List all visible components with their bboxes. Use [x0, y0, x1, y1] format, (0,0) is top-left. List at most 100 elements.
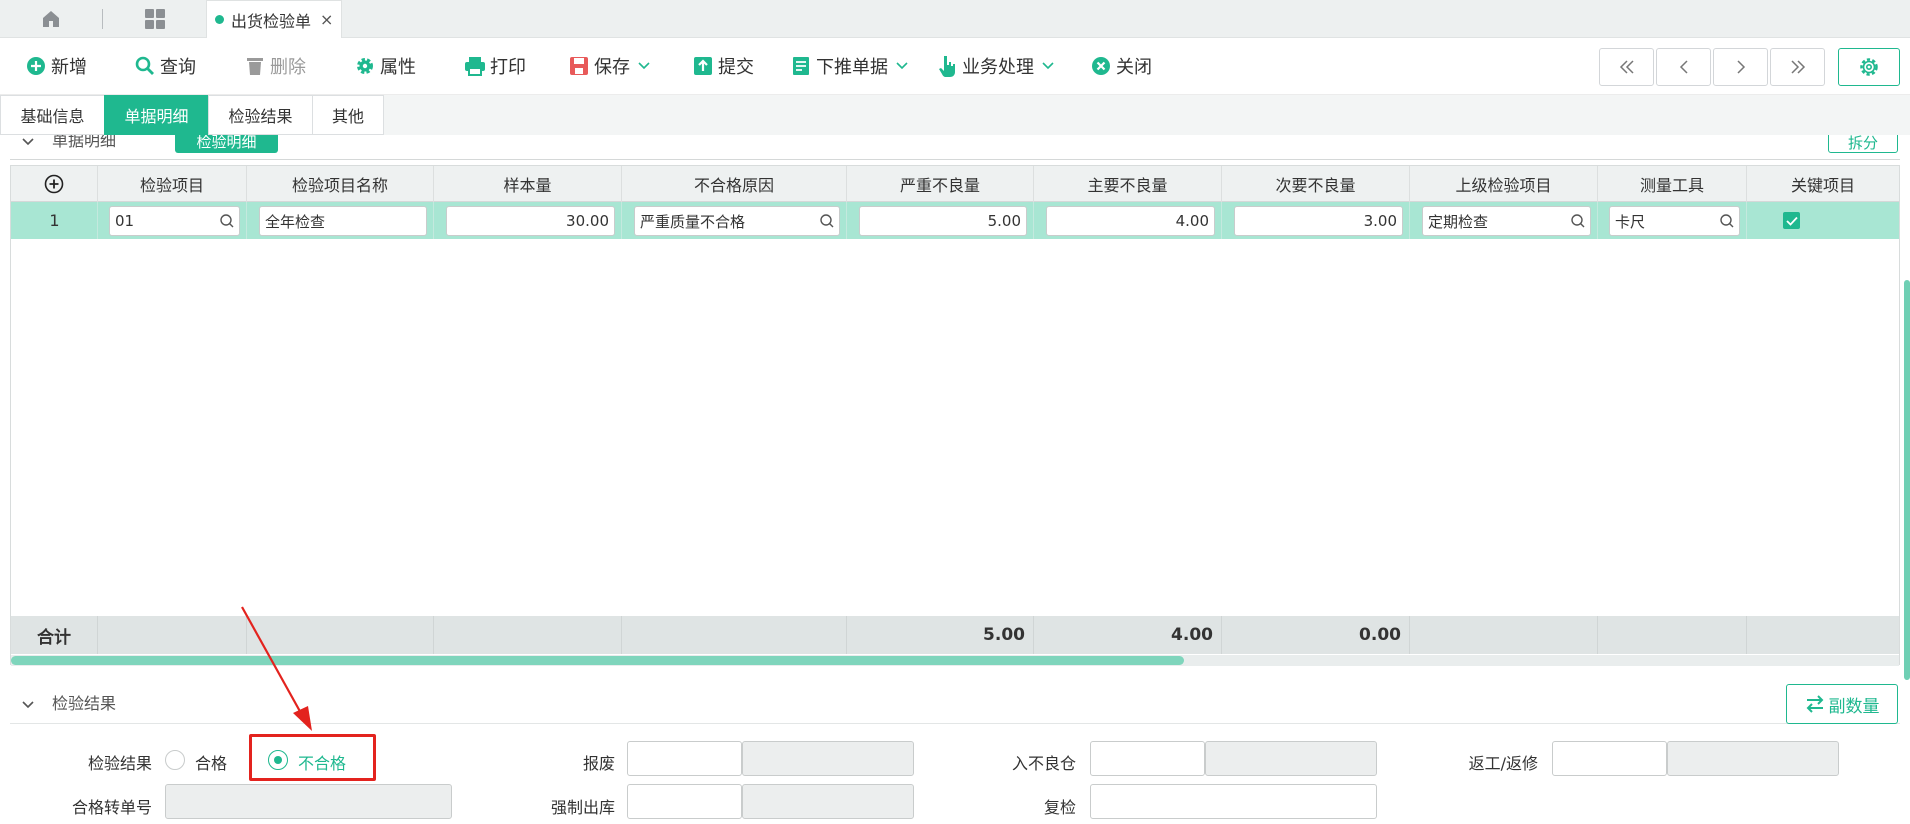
double-left-icon — [1619, 60, 1634, 74]
col-header[interactable]: 不合格原因 — [622, 166, 847, 202]
secondary-qty-button[interactable]: 副数量 — [1786, 684, 1898, 724]
properties-label: 属性 — [380, 57, 416, 78]
gear-icon — [1860, 58, 1878, 76]
measuring-tool-input[interactable]: 卡尺 — [1609, 206, 1740, 236]
close-button[interactable]: 关闭 — [1090, 51, 1152, 81]
printer-icon — [464, 55, 486, 77]
col-header[interactable]: 检验项目 — [98, 166, 247, 202]
chevron-down-icon[interactable] — [1042, 62, 1054, 70]
split-button[interactable]: 拆分 — [1828, 135, 1898, 153]
key-item-checkbox[interactable] — [1783, 212, 1800, 229]
col-header[interactable]: 样本量 — [434, 166, 622, 202]
print-button[interactable]: 打印 — [464, 51, 526, 81]
chevron-down-icon[interactable] — [896, 62, 908, 70]
tab-outbound-inspection[interactable]: 出货检验单 × — [206, 0, 342, 38]
tab-other[interactable]: 其他 — [312, 95, 384, 135]
inspection-detail-grid: 检验项目 检验项目名称 样本量 不合格原因 严重不良量 主要不良量 次要不良量 … — [10, 165, 1900, 666]
tab-bar: 出货检验单 × — [0, 0, 1910, 38]
last-record-button[interactable] — [1770, 48, 1825, 86]
active-dot-icon — [215, 15, 224, 24]
col-header[interactable]: 主要不良量 — [1034, 166, 1222, 202]
sample-qty-value: 30.00 — [566, 212, 609, 230]
print-label: 打印 — [490, 57, 526, 78]
scrollbar-thumb[interactable] — [11, 656, 1184, 665]
secondary-qty-label: 副数量 — [1828, 696, 1880, 717]
col-header[interactable]: 检验项目名称 — [247, 166, 434, 202]
tab-document-details[interactable]: 单据明细 — [104, 95, 209, 135]
total-cell — [1410, 616, 1598, 654]
push-down-button[interactable]: 下推单据 — [790, 51, 908, 81]
bad-warehouse-label: 入不良仓 — [1011, 754, 1076, 773]
vertical-scrollbar[interactable] — [1904, 280, 1910, 680]
search-icon[interactable] — [819, 213, 835, 229]
row-cell — [11, 202, 98, 239]
total-minor: 0.00 — [1222, 616, 1410, 654]
scrap-input[interactable] — [627, 741, 742, 776]
col-header[interactable]: 严重不良量 — [847, 166, 1034, 202]
query-label: 查询 — [160, 57, 196, 78]
pass-transfer-label: 合格转单号 — [71, 798, 152, 817]
recheck-input[interactable] — [1090, 784, 1377, 819]
chevron-down-icon[interactable] — [22, 694, 34, 714]
col-header[interactable]: 测量工具 — [1598, 166, 1747, 202]
settings-button[interactable] — [1838, 48, 1900, 86]
delete-button[interactable]: 删除 — [244, 51, 306, 81]
col-header[interactable]: 关键项目 — [1747, 166, 1899, 202]
tab-inspection-result[interactable]: 检验结果 — [208, 95, 313, 135]
minor-defect-input[interactable]: 3.00 — [1234, 206, 1403, 236]
rework-readonly-field — [1667, 741, 1839, 776]
tab-label: 出货检验单 — [231, 11, 312, 31]
sample-qty-input[interactable]: 30.00 — [446, 206, 615, 236]
search-icon[interactable] — [1719, 213, 1735, 229]
swap-icon — [1806, 695, 1823, 713]
parent-item-input[interactable]: 定期检查 — [1422, 206, 1591, 236]
save-icon — [568, 55, 590, 77]
inspection-item-input[interactable]: 01 — [109, 206, 240, 236]
grid-header: 检验项目 检验项目名称 样本量 不合格原因 严重不良量 主要不良量 次要不良量 … — [11, 166, 1899, 202]
next-record-button[interactable] — [1713, 48, 1768, 86]
properties-button[interactable]: 属性 — [354, 51, 416, 81]
bad-warehouse-input[interactable] — [1090, 741, 1205, 776]
annotation-highlight-box — [249, 734, 376, 781]
parent-item-value: 定期检查 — [1428, 212, 1489, 231]
search-icon[interactable] — [219, 213, 235, 229]
first-record-button[interactable] — [1599, 48, 1654, 86]
pass-label[interactable]: 合格 — [195, 750, 227, 774]
tab-basic-info[interactable]: 基础信息 — [0, 95, 105, 135]
severe-defect-input[interactable]: 5.00 — [859, 206, 1027, 236]
total-severe: 5.00 — [847, 616, 1034, 654]
force-out-input[interactable] — [627, 784, 742, 819]
total-major: 4.00 — [1034, 616, 1222, 654]
prev-record-button[interactable] — [1656, 48, 1711, 86]
col-header[interactable]: 上级检验项目 — [1410, 166, 1598, 202]
item-name-input[interactable]: 全年检查 — [259, 206, 427, 236]
delete-label: 删除 — [270, 57, 306, 78]
home-icon[interactable] — [26, 4, 76, 34]
save-button[interactable]: 保存 — [568, 51, 650, 81]
total-cell — [622, 616, 847, 654]
col-header[interactable]: 次要不良量 — [1222, 166, 1410, 202]
query-button[interactable]: 查询 — [134, 51, 196, 81]
close-tab-icon[interactable]: × — [320, 10, 333, 29]
add-row-button[interactable] — [11, 166, 98, 202]
chevron-down-icon[interactable] — [22, 135, 34, 151]
major-defect-input[interactable]: 4.00 — [1046, 206, 1215, 236]
defect-reason-input[interactable]: 严重质量不合格 — [634, 206, 840, 236]
table-row[interactable]: 1 01 全年检查 30.00 严重质量不合格 5.00 4.00 3.00 定… — [11, 202, 1899, 239]
pass-radio[interactable] — [165, 750, 185, 770]
severe-defect-value: 5.00 — [987, 212, 1021, 230]
total-cell — [1598, 616, 1747, 654]
tab-inspection-details[interactable]: 检验明细 — [175, 135, 278, 153]
total-cell — [434, 616, 622, 654]
add-button[interactable]: 新增 — [25, 51, 87, 81]
checkmark-icon — [1785, 216, 1798, 226]
submit-button[interactable]: 提交 — [692, 51, 754, 81]
grid-apps-icon[interactable] — [130, 4, 180, 34]
scrap-readonly-field — [742, 741, 914, 776]
rework-input[interactable] — [1552, 741, 1667, 776]
result-label: 检验结果 — [87, 754, 152, 773]
business-process-button[interactable]: 业务处理 — [936, 51, 1054, 81]
chevron-down-icon[interactable] — [638, 62, 650, 70]
search-icon[interactable] — [1570, 213, 1586, 229]
pass-transfer-field — [165, 784, 452, 819]
